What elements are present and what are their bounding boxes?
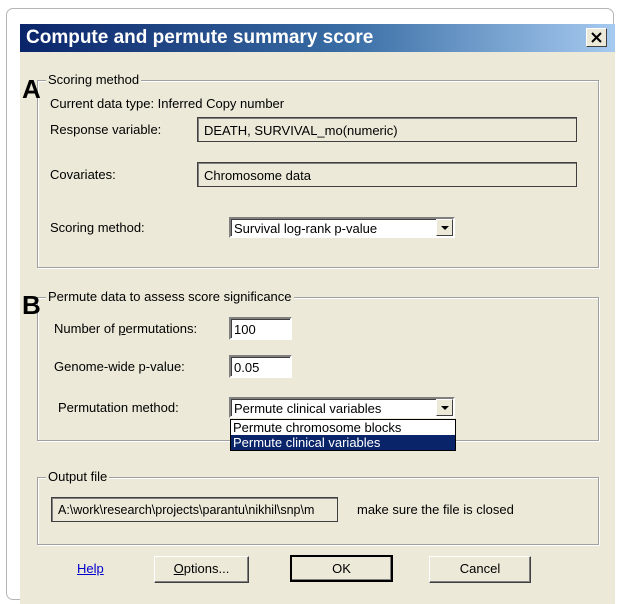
num-permutations-label-part: Number of — [54, 321, 119, 336]
num-permutations-accesskey: p — [118, 321, 126, 336]
covariates-field: Chromosome data — [197, 162, 577, 187]
options-button[interactable]: Options... — [154, 556, 249, 583]
close-icon — [591, 32, 602, 43]
pvalue-label: Genome-wide p-value: — [54, 359, 185, 374]
chevron-down-icon — [440, 405, 449, 410]
permutation-method-dropdown-list: Permute chromosome blocks Permute clinic… — [230, 419, 456, 451]
response-variable-field: DEATH, SURVIVAL_mo(numeric) — [197, 117, 577, 142]
section-a-marker: A — [22, 74, 41, 104]
data-type-text: Current data type: Inferred Copy number — [50, 96, 285, 111]
help-link[interactable]: Help — [77, 561, 104, 576]
response-variable-label: Response variable: — [50, 122, 162, 137]
permutation-method-value: Permute clinical variables — [234, 401, 382, 416]
title-bar: Compute and permute summary score — [20, 24, 615, 52]
window-title: Compute and permute summary score — [26, 27, 374, 48]
dropdown-arrow-button[interactable] — [436, 399, 453, 416]
close-button[interactable] — [586, 28, 607, 47]
dropdown-option-chromosome-blocks[interactable]: Permute chromosome blocks — [231, 420, 455, 435]
covariates-label: Covariates: — [50, 167, 116, 182]
scoring-method-legend: Scoring method — [46, 72, 142, 87]
num-permutations-label-rest: ermutations: — [125, 321, 198, 336]
permutation-method-label: Permutation method: — [58, 400, 179, 415]
num-permutations-label: Number of permutations: — [54, 321, 197, 336]
section-b-marker: B — [22, 290, 41, 320]
scoring-method-value: Survival log-rank p-value — [234, 221, 378, 236]
chevron-down-icon — [440, 225, 449, 230]
file-closed-note: make sure the file is closed — [357, 502, 514, 517]
dropdown-arrow-button[interactable] — [436, 219, 453, 236]
permute-legend: Permute data to assess score significanc… — [46, 289, 294, 304]
dialog-window: Compute and permute summary score Scorin… — [20, 24, 615, 604]
output-file-legend: Output file — [46, 469, 110, 484]
output-path-field[interactable]: A:\work\research\projects\parantu\nikhil… — [51, 497, 338, 522]
num-permutations-input[interactable]: 100 — [229, 317, 292, 340]
cancel-button[interactable]: Cancel — [429, 556, 531, 583]
dropdown-option-clinical-variables[interactable]: Permute clinical variables — [231, 435, 455, 450]
permutation-method-select[interactable]: Permute clinical variables — [229, 397, 455, 418]
ok-button[interactable]: OK — [290, 555, 393, 582]
options-accesskey: O — [173, 561, 184, 576]
pvalue-input[interactable]: 0.05 — [229, 355, 292, 378]
scoring-method-select[interactable]: Survival log-rank p-value — [229, 217, 455, 238]
options-label: ptions... — [183, 561, 230, 576]
scoring-method-label: Scoring method: — [50, 220, 145, 235]
